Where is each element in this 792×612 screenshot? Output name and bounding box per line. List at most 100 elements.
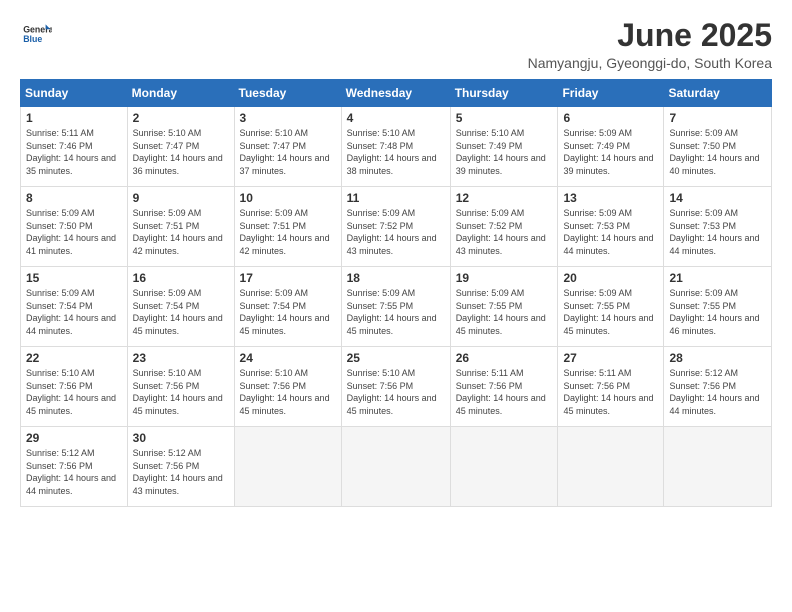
day-number: 12 <box>456 191 553 205</box>
table-row: 20 Sunrise: 5:09 AMSunset: 7:55 PMDayligh… <box>558 267 664 347</box>
table-row: 11Sunrise: 5:09 AMSunset: 7:52 PMDayligh… <box>341 187 450 267</box>
col-friday: Friday <box>558 80 664 107</box>
table-row: 5 Sunrise: 5:10 AMSunset: 7:49 PMDaylight… <box>450 107 558 187</box>
day-number: 27 <box>563 351 658 365</box>
month-title: June 2025 <box>528 18 772 53</box>
table-row: 2 Sunrise: 5:10 AMSunset: 7:47 PMDaylight… <box>127 107 234 187</box>
day-info: Sunrise: 5:09 AMSunset: 7:53 PMDaylight:… <box>563 207 658 257</box>
table-row: 12 Sunrise: 5:09 AMSunset: 7:52 PMDayligh… <box>450 187 558 267</box>
day-number: 13 <box>563 191 658 205</box>
day-number: 9 <box>133 191 229 205</box>
day-info: Sunrise: 5:09 AMSunset: 7:55 PMDaylight:… <box>669 287 766 337</box>
table-row: 28 Sunrise: 5:12 AMSunset: 7:56 PMDayligh… <box>664 347 772 427</box>
table-row: 6Sunrise: 5:09 AMSunset: 7:49 PMDaylight… <box>558 107 664 187</box>
table-row: 21Sunrise: 5:09 AMSunset: 7:55 PMDayligh… <box>664 267 772 347</box>
table-row <box>234 427 341 507</box>
table-row: 19 Sunrise: 5:09 AMSunset: 7:55 PMDayligh… <box>450 267 558 347</box>
table-row: 1Sunrise: 5:11 AMSunset: 7:46 PMDaylight… <box>21 107 128 187</box>
day-number: 28 <box>669 351 766 365</box>
table-row: 9Sunrise: 5:09 AMSunset: 7:51 PMDaylight… <box>127 187 234 267</box>
col-monday: Monday <box>127 80 234 107</box>
day-number: 29 <box>26 431 122 445</box>
col-saturday: Saturday <box>664 80 772 107</box>
table-row: 8Sunrise: 5:09 AMSunset: 7:50 PMDaylight… <box>21 187 128 267</box>
day-info: Sunrise: 5:11 AMSunset: 7:46 PMDaylight:… <box>26 127 122 177</box>
day-number: 14 <box>669 191 766 205</box>
svg-text:Blue: Blue <box>23 34 42 44</box>
day-number: 6 <box>563 111 658 125</box>
day-number: 30 <box>133 431 229 445</box>
day-info: Sunrise: 5:12 AMSunset: 7:56 PMDaylight:… <box>26 447 122 497</box>
day-info: Sunrise: 5:10 AMSunset: 7:47 PMDaylight:… <box>133 127 229 177</box>
day-info: Sunrise: 5:09 AMSunset: 7:55 PMDaylight:… <box>563 287 658 337</box>
day-number: 18 <box>347 271 445 285</box>
day-number: 19 <box>456 271 553 285</box>
day-info: Sunrise: 5:10 AMSunset: 7:49 PMDaylight:… <box>456 127 553 177</box>
table-row <box>558 427 664 507</box>
logo-icon: General Blue <box>20 18 52 50</box>
day-number: 26 <box>456 351 553 365</box>
day-number: 10 <box>240 191 336 205</box>
header-row: Sunday Monday Tuesday Wednesday Thursday… <box>21 80 772 107</box>
day-number: 24 <box>240 351 336 365</box>
day-info: Sunrise: 5:09 AMSunset: 7:55 PMDaylight:… <box>456 287 553 337</box>
day-info: Sunrise: 5:09 AMSunset: 7:54 PMDaylight:… <box>240 287 336 337</box>
table-row: 23 Sunrise: 5:10 AMSunset: 7:56 PMDayligh… <box>127 347 234 427</box>
week-row-3: 15 Sunrise: 5:09 AMSunset: 7:54 PMDayligh… <box>21 267 772 347</box>
table-row <box>450 427 558 507</box>
title-block: June 2025 Namyangju, Gyeonggi-do, South … <box>528 18 772 71</box>
day-number: 7 <box>669 111 766 125</box>
col-thursday: Thursday <box>450 80 558 107</box>
day-number: 23 <box>133 351 229 365</box>
day-info: Sunrise: 5:09 AMSunset: 7:53 PMDaylight:… <box>669 207 766 257</box>
day-info: Sunrise: 5:10 AMSunset: 7:56 PMDaylight:… <box>347 367 445 417</box>
day-number: 5 <box>456 111 553 125</box>
day-number: 15 <box>26 271 122 285</box>
logo: General Blue <box>20 18 52 50</box>
table-row: 26 Sunrise: 5:11 AMSunset: 7:56 PMDayligh… <box>450 347 558 427</box>
table-row: 25 Sunrise: 5:10 AMSunset: 7:56 PMDayligh… <box>341 347 450 427</box>
day-info: Sunrise: 5:10 AMSunset: 7:56 PMDaylight:… <box>26 367 122 417</box>
header: General Blue June 2025 Namyangju, Gyeong… <box>20 18 772 71</box>
day-info: Sunrise: 5:10 AMSunset: 7:47 PMDaylight:… <box>240 127 336 177</box>
day-number: 3 <box>240 111 336 125</box>
day-number: 22 <box>26 351 122 365</box>
table-row: 27 Sunrise: 5:11 AMSunset: 7:56 PMDayligh… <box>558 347 664 427</box>
day-info: Sunrise: 5:09 AMSunset: 7:54 PMDaylight:… <box>26 287 122 337</box>
day-info: Sunrise: 5:10 AMSunset: 7:56 PMDaylight:… <box>133 367 229 417</box>
day-info: Sunrise: 5:10 AMSunset: 7:56 PMDaylight:… <box>240 367 336 417</box>
table-row: 29 Sunrise: 5:12 AMSunset: 7:56 PMDayligh… <box>21 427 128 507</box>
col-sunday: Sunday <box>21 80 128 107</box>
day-number: 25 <box>347 351 445 365</box>
table-row: 4Sunrise: 5:10 AMSunset: 7:48 PMDaylight… <box>341 107 450 187</box>
table-row: 30 Sunrise: 5:12 AMSunset: 7:56 PMDayligh… <box>127 427 234 507</box>
day-info: Sunrise: 5:12 AMSunset: 7:56 PMDaylight:… <box>133 447 229 497</box>
day-info: Sunrise: 5:09 AMSunset: 7:52 PMDaylight:… <box>456 207 553 257</box>
table-row <box>341 427 450 507</box>
day-info: Sunrise: 5:09 AMSunset: 7:54 PMDaylight:… <box>133 287 229 337</box>
table-row: 17Sunrise: 5:09 AMSunset: 7:54 PMDayligh… <box>234 267 341 347</box>
table-row: 3 Sunrise: 5:10 AMSunset: 7:47 PMDaylight… <box>234 107 341 187</box>
calendar: Sunday Monday Tuesday Wednesday Thursday… <box>20 79 772 507</box>
day-number: 2 <box>133 111 229 125</box>
day-info: Sunrise: 5:09 AMSunset: 7:55 PMDaylight:… <box>347 287 445 337</box>
table-row: 10 Sunrise: 5:09 AMSunset: 7:51 PMDayligh… <box>234 187 341 267</box>
table-row: 16 Sunrise: 5:09 AMSunset: 7:54 PMDayligh… <box>127 267 234 347</box>
table-row: 15 Sunrise: 5:09 AMSunset: 7:54 PMDayligh… <box>21 267 128 347</box>
day-info: Sunrise: 5:11 AMSunset: 7:56 PMDaylight:… <box>563 367 658 417</box>
day-info: Sunrise: 5:09 AMSunset: 7:50 PMDaylight:… <box>669 127 766 177</box>
col-tuesday: Tuesday <box>234 80 341 107</box>
week-row-1: 1Sunrise: 5:11 AMSunset: 7:46 PMDaylight… <box>21 107 772 187</box>
week-row-5: 29 Sunrise: 5:12 AMSunset: 7:56 PMDayligh… <box>21 427 772 507</box>
day-info: Sunrise: 5:12 AMSunset: 7:56 PMDaylight:… <box>669 367 766 417</box>
table-row: 18 Sunrise: 5:09 AMSunset: 7:55 PMDayligh… <box>341 267 450 347</box>
day-info: Sunrise: 5:11 AMSunset: 7:56 PMDaylight:… <box>456 367 553 417</box>
day-info: Sunrise: 5:09 AMSunset: 7:50 PMDaylight:… <box>26 207 122 257</box>
day-number: 20 <box>563 271 658 285</box>
day-info: Sunrise: 5:09 AMSunset: 7:51 PMDaylight:… <box>240 207 336 257</box>
week-row-4: 22 Sunrise: 5:10 AMSunset: 7:56 PMDayligh… <box>21 347 772 427</box>
day-number: 16 <box>133 271 229 285</box>
location: Namyangju, Gyeonggi-do, South Korea <box>528 55 772 71</box>
svg-text:General: General <box>23 24 52 34</box>
table-row: 22 Sunrise: 5:10 AMSunset: 7:56 PMDayligh… <box>21 347 128 427</box>
